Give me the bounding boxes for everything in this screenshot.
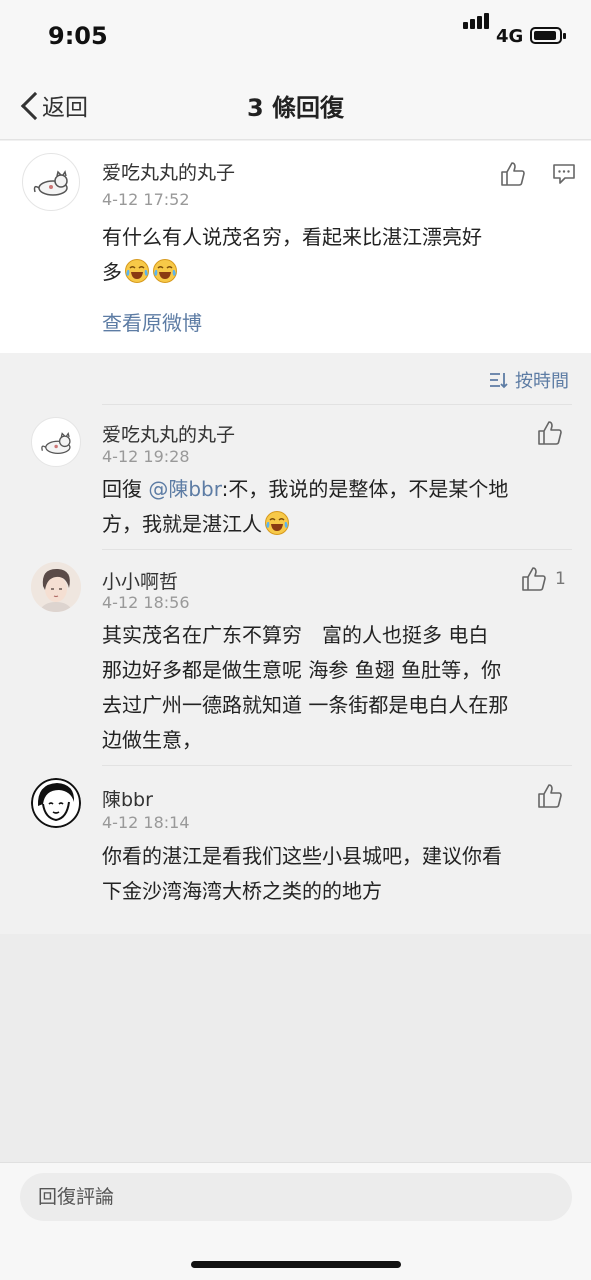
empty-area: [0, 934, 591, 1162]
comment-text-line: 你看的湛江是看我们这些小县城吧，建议你看: [102, 844, 502, 868]
network-type: 4G: [496, 26, 524, 47]
comment-text-end: 方，我就是湛江人: [102, 512, 262, 536]
reply-comment-input[interactable]: 回復評論: [20, 1173, 572, 1221]
comment-text-line: 其实茂名在广东不算穷 富的人也挺多 电白: [102, 623, 489, 647]
status-time: 9:05: [48, 22, 108, 50]
commenter-name[interactable]: 爱吃丸丸的丸子: [102, 420, 235, 447]
comment-date: 4-12 18:56: [102, 593, 190, 612]
comment-text: 你看的湛江是看我们这些小县城吧，建议你看 下金沙湾海湾大桥之类的的地方: [102, 839, 572, 909]
comment-date: 4-12 19:28: [102, 447, 190, 466]
thumbs-up-icon: [501, 162, 525, 186]
reply-item: 小小啊哲 4-12 18:56 1 其实茂名在广东不算穷 富的人也挺多 电白 那…: [0, 550, 591, 765]
view-original-weibo-link[interactable]: 查看原微博: [102, 307, 202, 336]
commenter-name[interactable]: 小小啊哲: [102, 567, 178, 594]
comment-icon: [553, 164, 575, 184]
thumbs-up-icon: [538, 421, 562, 445]
cat-avatar-icon: [41, 431, 71, 454]
sort-label: 按時間: [515, 371, 569, 392]
person-avatar-icon: [31, 562, 81, 612]
sort-by-time-button[interactable]: 按時間: [489, 367, 569, 393]
comment-text-line: 多: [102, 255, 572, 290]
comment-text: 有什么有人说茂名穷，看起来比湛江漂亮好 多: [102, 220, 572, 290]
like-button[interactable]: [521, 566, 547, 596]
thumbs-up-icon: [538, 784, 562, 808]
comment-text-line: 去过广州一德路就知道 一条街都是电白人在那: [102, 693, 509, 717]
status-bar: 9:05 4G: [0, 0, 591, 70]
avatar[interactable]: [22, 153, 80, 211]
comment-text: 回復 @陳bbr:不，我说的是整体，不是某个地 方，我就是湛江人: [102, 472, 572, 542]
avatar[interactable]: [31, 778, 81, 828]
comment-text-line: 边做生意，: [102, 728, 202, 752]
nav-bar: 返回 3 條回復: [0, 70, 591, 140]
comment-text-line: 回復 @陳bbr:不，我说的是整体，不是某个地: [102, 472, 572, 507]
like-button[interactable]: [537, 783, 563, 813]
comment-text-line: 有什么有人说茂名穷，看起来比湛江漂亮好: [102, 225, 482, 249]
comment-text-line: 方，我就是湛江人: [102, 507, 572, 542]
reply-item: 陳bbr 4-12 18:14 你看的湛江是看我们这些小县城吧，建议你看 下金沙…: [0, 766, 591, 934]
comment-text-line: 下金沙湾海湾大桥之类的的地方: [102, 879, 382, 903]
comment-date: 4-12 18:14: [102, 813, 190, 832]
comment-text-line: 那边好多都是做生意呢 海参 鱼翅 鱼肚等，你: [102, 658, 502, 682]
like-button[interactable]: [537, 420, 563, 450]
home-indicator[interactable]: [191, 1261, 401, 1268]
avatar[interactable]: [31, 562, 81, 612]
mention-link[interactable]: @陳bbr: [148, 477, 221, 501]
like-button[interactable]: [500, 161, 526, 191]
cat-avatar-icon: [33, 170, 68, 196]
reply-prefix: 回復: [102, 477, 149, 501]
sort-bar: 按時間: [0, 353, 591, 405]
comment-date: 4-12 17:52: [102, 190, 190, 209]
reply-input-bar: 回復評論: [0, 1162, 591, 1280]
laugh-cry-emoji-icon: [264, 510, 290, 536]
laugh-cry-emoji-icon: [152, 258, 178, 284]
page-title: 3 條回復: [246, 94, 345, 122]
comment-text-end: 多: [102, 260, 122, 284]
thumbs-up-icon: [522, 567, 546, 591]
original-comment: 爱吃丸丸的丸子 4-12 17:52 有什么有人说茂名穷，看起来比湛江漂亮好 多…: [0, 141, 591, 353]
commenter-name[interactable]: 陳bbr: [102, 785, 153, 812]
like-count: 1: [555, 569, 566, 589]
sort-icon: [490, 373, 508, 389]
comment-text-rest: :不，我说的是整体，不是某个地: [221, 477, 509, 501]
cartoon-face-avatar-icon: [31, 778, 81, 828]
battery-icon: [530, 27, 566, 44]
reply-item: 爱吃丸丸的丸子 4-12 19:28 回復 @陳bbr:不，我说的是整体，不是某…: [0, 405, 591, 549]
laugh-cry-emoji-icon: [124, 258, 150, 284]
comment-text: 其实茂名在广东不算穷 富的人也挺多 电白 那边好多都是做生意呢 海参 鱼翅 鱼肚…: [102, 618, 577, 758]
avatar[interactable]: [31, 417, 81, 467]
commenter-name[interactable]: 爱吃丸丸的丸子: [102, 158, 235, 185]
reply-button[interactable]: [552, 163, 576, 189]
